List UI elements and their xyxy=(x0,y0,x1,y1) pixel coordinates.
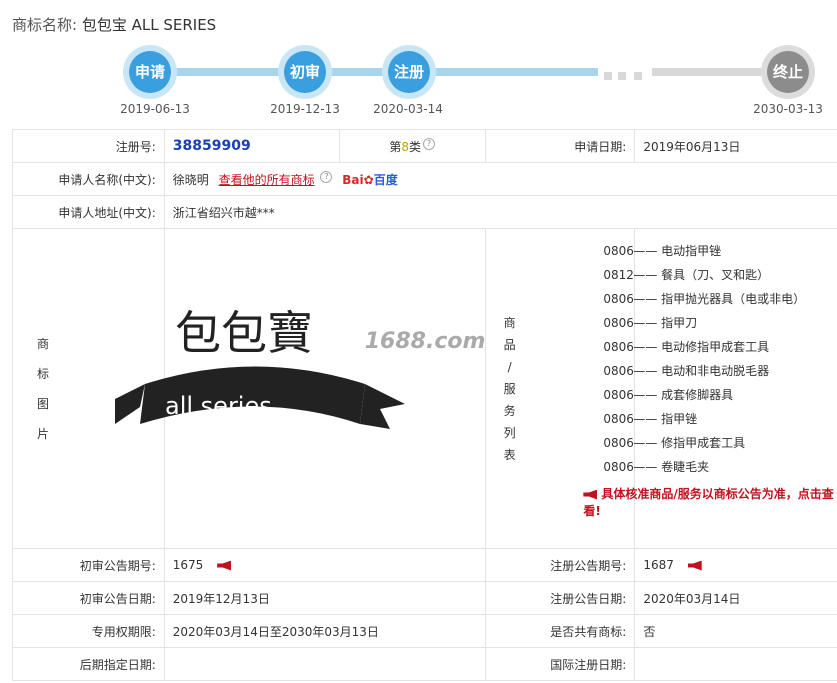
applicant-label: 申请人名称(中文): xyxy=(12,162,165,196)
reg-pub-date-value: 2020年03月14日 xyxy=(634,581,837,615)
watermark: 1688.com xyxy=(364,329,486,354)
later-value xyxy=(163,647,486,681)
reg-pub-no-label: 注册公告期号: xyxy=(484,548,636,582)
logo-ribbon-text: all series xyxy=(165,392,272,420)
goods-item: 0806—— 指甲锉 xyxy=(603,412,698,426)
timeline-dot xyxy=(634,72,642,80)
trademark-info-table: 注册号: 38859909 第8类? 申请日期: 2019年06月13日 申请人… xyxy=(12,129,837,681)
trademark-title: 商标名称: 包包宝 ALL SERIES xyxy=(12,14,216,35)
goods-item: 0806—— 指甲刀 xyxy=(603,316,698,330)
apply-date-label: 申请日期: xyxy=(484,129,636,163)
trademark-logo: 包包寶 all series xyxy=(114,306,405,429)
class-suffix: 类 xyxy=(408,139,421,154)
exclusive-label: 专用权期限: xyxy=(12,614,165,648)
prelim-date-value: 2019年12月13日 xyxy=(163,581,486,615)
address-value: 浙江省绍兴市越*** xyxy=(163,195,837,229)
timeline-node-prelim: 初审 xyxy=(278,45,332,99)
timeline-date-apply: 2019-06-13 xyxy=(120,102,190,116)
all-marks-link[interactable]: 查看他的所有商标 xyxy=(219,173,315,187)
address-label: 申请人地址(中文): xyxy=(12,195,165,229)
help-icon[interactable]: ? xyxy=(422,137,435,150)
goods-item: 0806—— 电动指甲锉 xyxy=(603,244,722,258)
prelim-no-label: 初审公告期号: xyxy=(12,548,165,582)
timeline-node-end: 终止 xyxy=(761,45,815,99)
timeline-node-register: 注册 xyxy=(382,45,436,99)
shared-label: 是否共有商标: xyxy=(484,614,636,648)
goods-item: 0806—— 电动和非电动脱毛器 xyxy=(603,364,770,378)
status-timeline: 申请 2019-06-13 初审 2019-12-13 注册 2020-03-1… xyxy=(0,40,837,125)
help-icon[interactable]: ? xyxy=(320,170,333,183)
prelim-no-value: 1675 xyxy=(172,558,204,572)
intl-value xyxy=(634,647,837,681)
later-label: 后期指定日期: xyxy=(12,647,165,681)
reg-pub-date-label: 注册公告日期: xyxy=(484,581,636,615)
timeline-track-done xyxy=(150,68,598,76)
megaphone-icon xyxy=(583,489,598,500)
megaphone-icon[interactable] xyxy=(687,560,702,571)
title-label: 商标名称: xyxy=(12,16,78,34)
exclusive-value: 2020年03月14日至2030年03月13日 xyxy=(163,614,486,648)
timeline-date-end: 2030-03-13 xyxy=(753,102,823,116)
reg-no-label: 注册号: xyxy=(12,129,165,163)
goods-list-cell: 0806—— 电动指甲锉 0812—— 餐具（刀、叉和匙） 0806—— 指甲抛… xyxy=(583,228,837,549)
goods-item: 0806—— 修指甲成套工具 xyxy=(603,436,746,450)
apply-date-value: 2019年06月13日 xyxy=(634,129,837,163)
class-prefix: 第 xyxy=(389,139,402,154)
goods-item: 0806—— 成套修脚器具 xyxy=(603,388,734,402)
megaphone-icon[interactable] xyxy=(217,560,232,571)
trademark-name: 包包宝 ALL SERIES xyxy=(81,16,217,34)
baidu-link[interactable]: Bai✿百度 xyxy=(342,173,397,187)
goods-list: 0806—— 电动指甲锉 0812—— 餐具（刀、叉和匙） 0806—— 指甲抛… xyxy=(603,239,837,479)
reg-pub-no-value: 1687 xyxy=(643,558,674,572)
timeline-date-prelim: 2019-12-13 xyxy=(270,102,340,116)
class-number: 8 xyxy=(401,139,409,154)
goods-item: 0806—— 卷睫毛夹 xyxy=(603,460,710,474)
goods-item: 0806—— 指甲抛光器具（电或非电） xyxy=(603,292,806,306)
trademark-image: 包包寶 all series 1688.com xyxy=(114,228,486,549)
shared-value: 否 xyxy=(634,614,837,648)
prelim-date-label: 初审公告日期: xyxy=(12,581,165,615)
goods-notice-link[interactable]: 具体核准商品/服务以商标公告为准，点击查看! xyxy=(583,485,837,519)
timeline-date-register: 2020-03-14 xyxy=(373,102,443,116)
applicant-value: 徐晓明 xyxy=(172,172,209,187)
timeline-dot xyxy=(618,72,626,80)
goods-item: 0812—— 餐具（刀、叉和匙） xyxy=(603,268,770,282)
timeline-dot xyxy=(604,72,612,80)
reg-no-value: 38859909 xyxy=(172,138,251,154)
timeline-node-apply: 申请 xyxy=(123,45,177,99)
intl-label: 国际注册日期: xyxy=(484,647,636,681)
goods-item: 0806—— 电动修指甲成套工具 xyxy=(603,340,770,354)
logo-chinese-text: 包包寶 xyxy=(175,306,313,360)
